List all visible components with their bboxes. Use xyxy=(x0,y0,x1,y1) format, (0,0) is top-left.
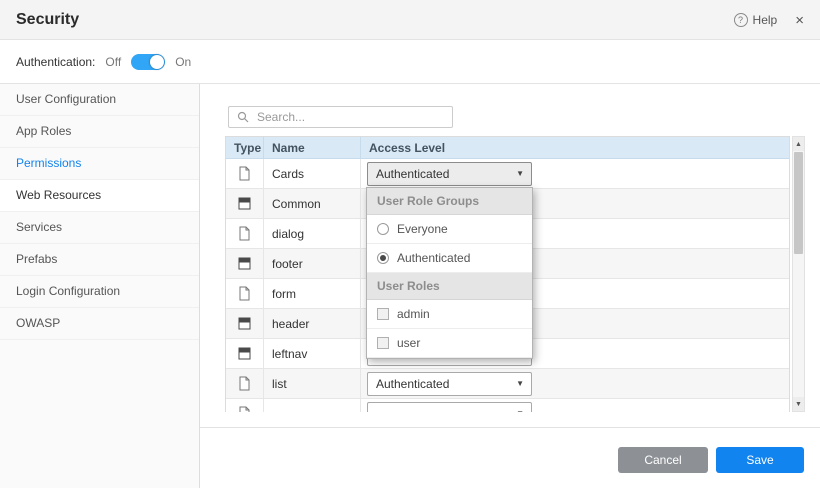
page-icon xyxy=(238,166,251,181)
chevron-down-icon: ▼ xyxy=(516,169,524,178)
sidebar-item-login-configuration[interactable]: Login Configuration xyxy=(0,276,199,308)
sidebar: User Configuration App Roles Permissions… xyxy=(0,84,200,488)
page-icon xyxy=(238,406,251,412)
option-label: admin xyxy=(397,307,430,321)
name-cell: leftnav xyxy=(264,339,361,368)
dropdown-group-header-user-role-groups: User Role Groups xyxy=(367,188,532,215)
cancel-button[interactable]: Cancel xyxy=(618,447,708,473)
access-cell: Authenticated ▼ xyxy=(361,159,789,188)
sidebar-item-owasp[interactable]: OWASP xyxy=(0,308,199,340)
radio-unchecked-icon xyxy=(377,223,389,235)
dropdown-option-authenticated[interactable]: Authenticated xyxy=(367,244,532,273)
partial-icon xyxy=(238,347,251,360)
checkbox-unchecked-icon xyxy=(377,308,389,320)
chevron-down-icon: ▼ xyxy=(516,379,524,388)
page-icon xyxy=(238,286,251,301)
titlebar-actions: ? Help × xyxy=(734,0,804,40)
type-cell xyxy=(226,159,264,188)
search-input[interactable] xyxy=(255,109,444,125)
authentication-bar: Authentication: Off On xyxy=(0,40,820,84)
type-cell xyxy=(226,189,264,218)
option-label: Authenticated xyxy=(397,251,470,265)
option-label: user xyxy=(397,336,420,350)
sidebar-item-permissions[interactable]: Permissions xyxy=(0,148,199,180)
scrollbar-thumb[interactable] xyxy=(794,152,803,254)
access-level-select[interactable]: Authenticated ▼ xyxy=(367,162,532,186)
footer-divider xyxy=(200,427,820,428)
dropdown-option-everyone[interactable]: Everyone xyxy=(367,215,532,244)
name-cell: Cards xyxy=(264,159,361,188)
help-icon: ? xyxy=(734,13,748,27)
type-cell xyxy=(226,309,264,338)
column-header-access-level: Access Level xyxy=(361,137,789,158)
access-level-dropdown-panel: User Role Groups Everyone Authenticated … xyxy=(366,187,533,359)
main-panel: Type Name Access Level Cards Authenticat… xyxy=(200,84,820,488)
sidebar-item-user-configuration[interactable]: User Configuration xyxy=(0,84,199,116)
help-label: Help xyxy=(753,13,778,27)
name-cell: list xyxy=(264,369,361,398)
table-header-row: Type Name Access Level xyxy=(226,137,789,159)
type-cell xyxy=(226,339,264,368)
name-cell xyxy=(264,399,361,412)
type-cell xyxy=(226,219,264,248)
column-header-type: Type xyxy=(226,137,264,158)
type-cell xyxy=(226,249,264,278)
option-label: Everyone xyxy=(397,222,448,236)
access-cell: ▼ xyxy=(361,399,789,412)
authentication-toggle[interactable] xyxy=(131,54,165,70)
title-bar: Security ? Help × xyxy=(0,0,820,40)
page-icon xyxy=(238,226,251,241)
table-row: list Authenticated ▼ xyxy=(226,369,789,399)
toggle-knob xyxy=(150,55,164,69)
sidebar-item-services[interactable]: Services xyxy=(0,212,199,244)
toggle-on-label: On xyxy=(175,55,191,69)
page-title: Security xyxy=(16,11,79,29)
select-value: Authenticated xyxy=(376,377,449,391)
close-icon[interactable]: × xyxy=(795,13,804,28)
partial-icon xyxy=(238,197,251,210)
scroll-up-icon[interactable]: ▲ xyxy=(793,137,804,151)
dropdown-group-header-user-roles: User Roles xyxy=(367,273,532,300)
name-cell: dialog xyxy=(264,219,361,248)
page-icon xyxy=(238,376,251,391)
name-cell: Common xyxy=(264,189,361,218)
table-row: ▼ xyxy=(226,399,789,412)
save-button[interactable]: Save xyxy=(716,447,804,473)
type-cell xyxy=(226,369,264,398)
name-cell: header xyxy=(264,309,361,338)
web-resources-table: Type Name Access Level Cards Authenticat… xyxy=(225,136,790,412)
table-row: Cards Authenticated ▼ xyxy=(226,159,789,189)
access-level-select[interactable]: ▼ xyxy=(367,402,532,413)
chevron-down-icon: ▼ xyxy=(516,409,524,412)
sidebar-item-prefabs[interactable]: Prefabs xyxy=(0,244,199,276)
help-button[interactable]: ? Help xyxy=(734,13,778,27)
authentication-label: Authentication: xyxy=(16,55,95,69)
checkbox-unchecked-icon xyxy=(377,337,389,349)
access-level-select[interactable]: Authenticated ▼ xyxy=(367,372,532,396)
column-header-name: Name xyxy=(264,137,361,158)
partial-icon xyxy=(238,317,251,330)
sidebar-item-web-resources[interactable]: Web Resources xyxy=(0,180,199,212)
table-scrollbar[interactable]: ▲ ▼ xyxy=(792,136,805,412)
access-cell: Authenticated ▼ xyxy=(361,369,789,398)
search-icon xyxy=(237,111,249,123)
select-value: Authenticated xyxy=(376,167,449,181)
toggle-off-label: Off xyxy=(105,55,121,69)
name-cell: footer xyxy=(264,249,361,278)
partial-icon xyxy=(238,257,251,270)
dropdown-option-admin[interactable]: admin xyxy=(367,300,532,329)
scroll-down-icon[interactable]: ▼ xyxy=(793,397,804,411)
type-cell xyxy=(226,399,264,412)
name-cell: form xyxy=(264,279,361,308)
search-box xyxy=(228,106,453,128)
radio-checked-icon xyxy=(377,252,389,264)
sidebar-item-app-roles[interactable]: App Roles xyxy=(0,116,199,148)
dropdown-option-user[interactable]: user xyxy=(367,329,532,358)
type-cell xyxy=(226,279,264,308)
